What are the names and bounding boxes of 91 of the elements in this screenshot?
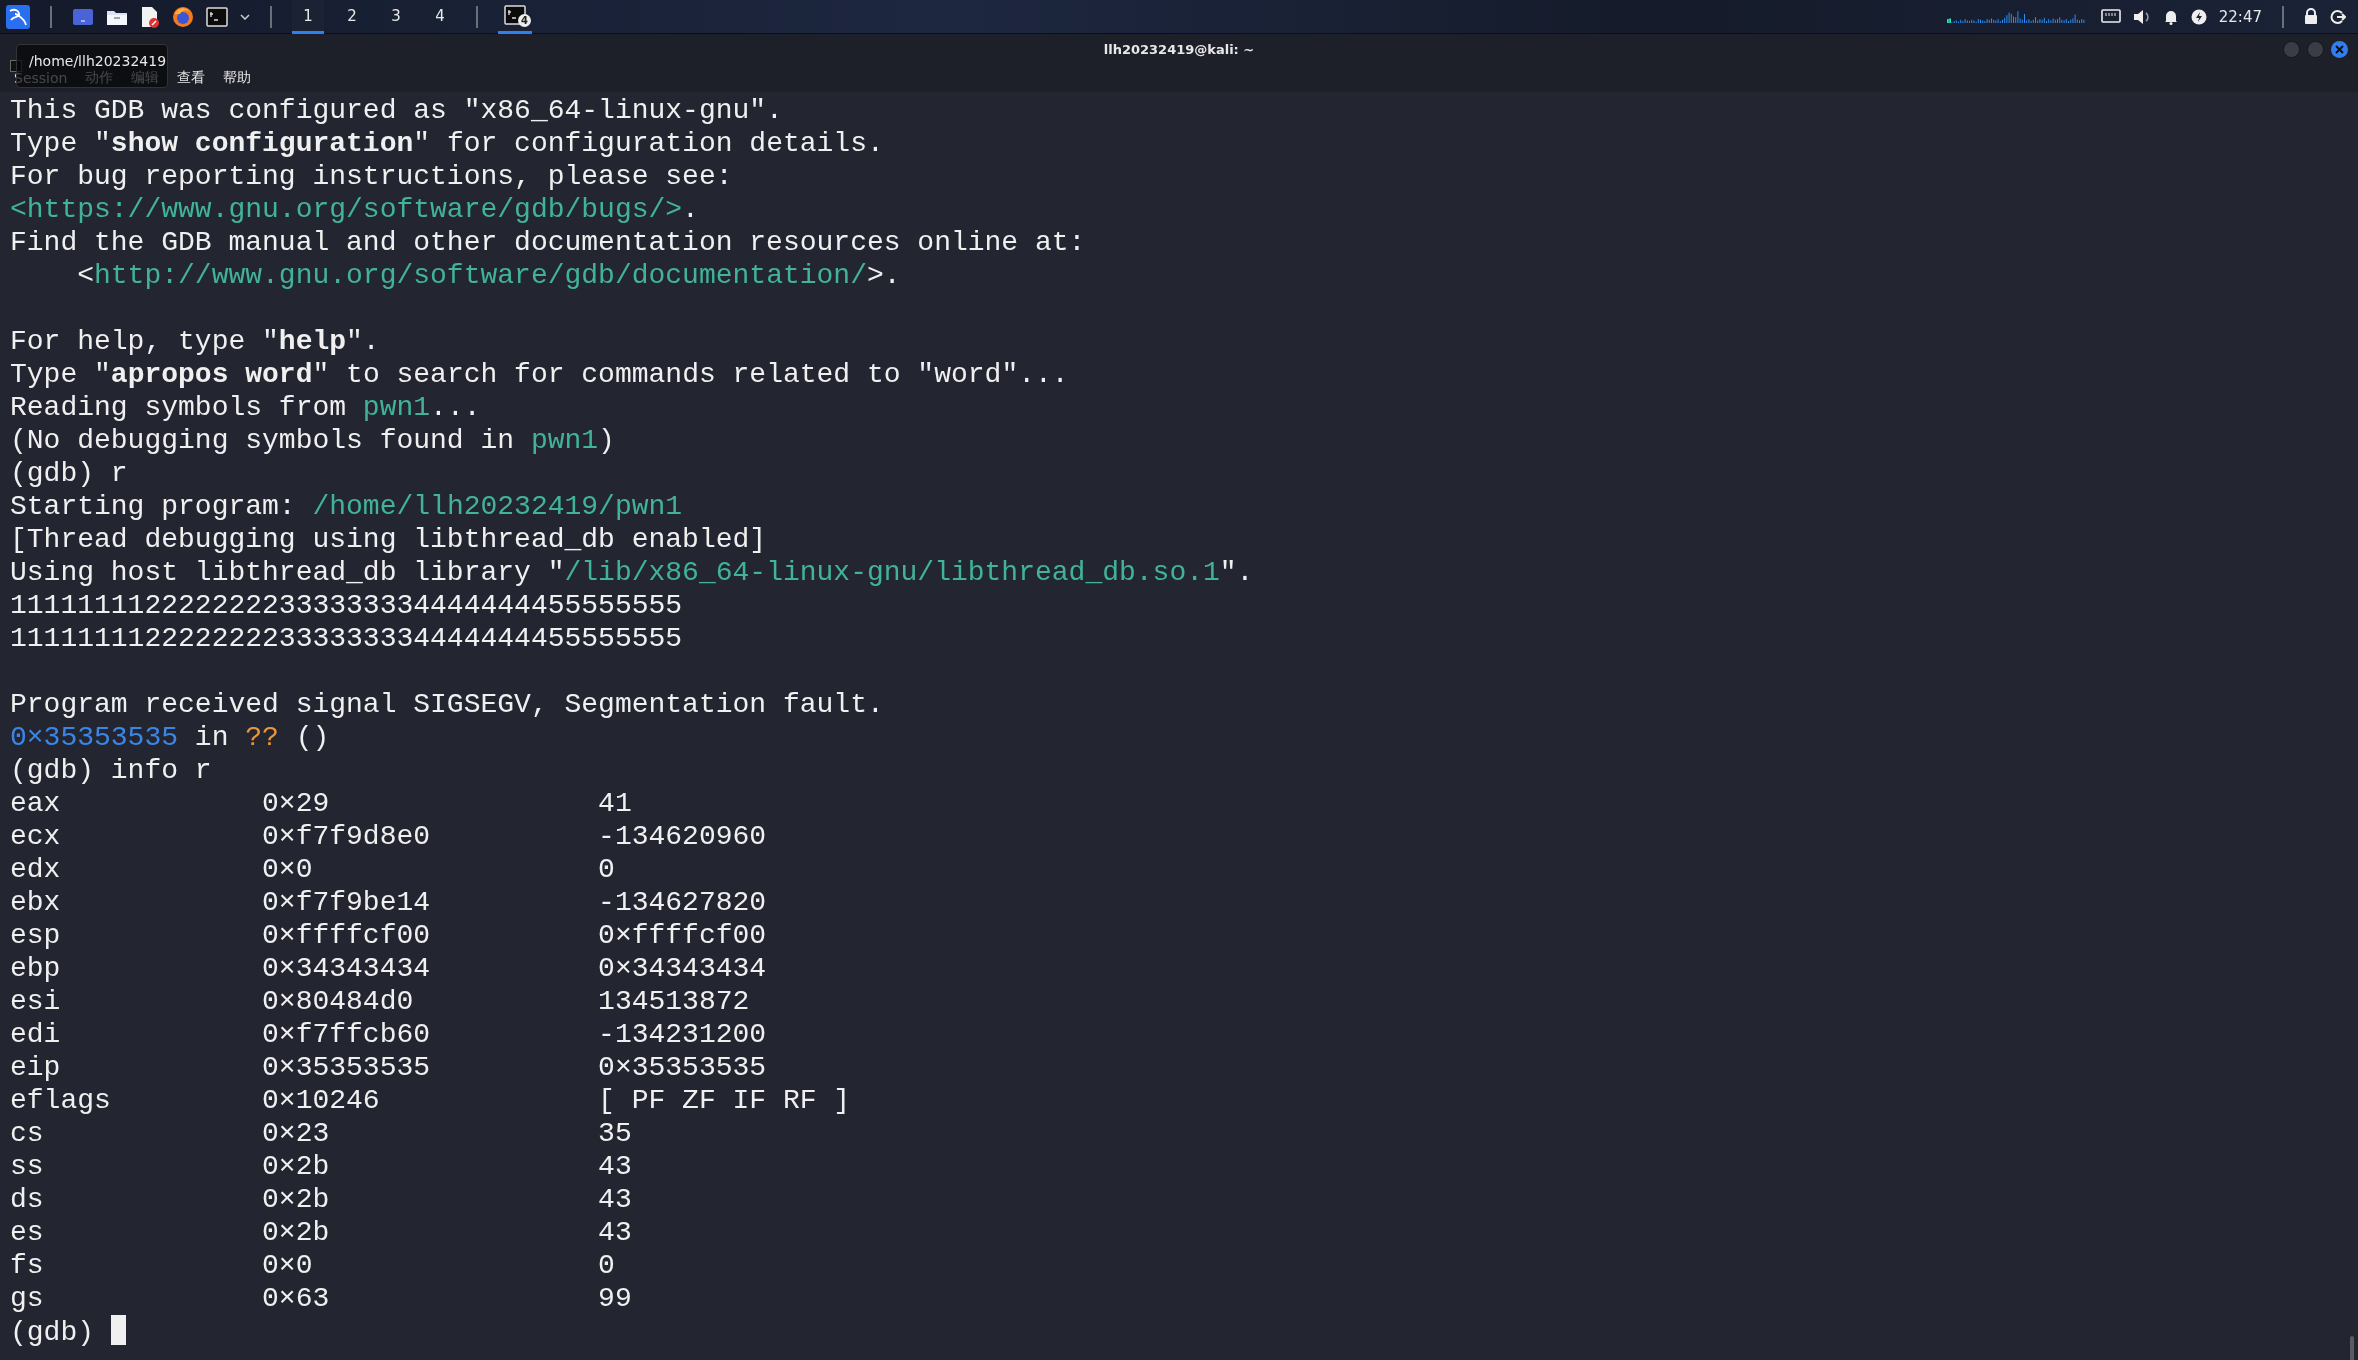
register-hex-value: 0×80484d0 bbox=[262, 985, 414, 1018]
register-value: -134627820 bbox=[598, 886, 767, 919]
volume-icon[interactable] bbox=[2132, 8, 2151, 25]
caret-icon[interactable] bbox=[240, 13, 250, 20]
register-hex-value: 0×10246 bbox=[262, 1084, 380, 1117]
register-hex-value: 0×2b bbox=[262, 1150, 330, 1183]
terminal-line: Program received signal SIGSEGV, Segmentation fault. bbox=[10, 688, 885, 721]
register-value: 35 bbox=[598, 1117, 632, 1150]
register-value: 0 bbox=[598, 853, 615, 886]
terminal-line: Type "apropos word" to search for commands related to "word"... bbox=[10, 358, 1070, 391]
logout-icon[interactable] bbox=[2330, 8, 2346, 25]
register-value: 0×34343434 bbox=[598, 952, 767, 985]
terminal-line: Starting program: /home/llh20232419/pwn1 bbox=[10, 490, 684, 523]
dragon-logo-icon[interactable] bbox=[6, 4, 30, 29]
register-value: [ PF ZF IF RF ] bbox=[598, 1084, 851, 1117]
workspace-tab[interactable]: 1 bbox=[292, 0, 324, 34]
register-hex-value: 0×2b bbox=[262, 1216, 330, 1249]
terminal-line: <http://www.gnu.org/software/gdb/documentation/>. bbox=[76, 259, 902, 292]
terminal-line: (gdb) r bbox=[10, 457, 129, 490]
register-name: ds bbox=[10, 1183, 44, 1216]
gdb-prompt: (gdb) bbox=[10, 1317, 94, 1348]
window-title: llh20232419@kali: ~ bbox=[1103, 41, 1255, 57]
menu-item[interactable]: 帮助 bbox=[223, 69, 252, 87]
register-hex-value: 0×2b bbox=[262, 1183, 330, 1216]
terminal-line: (gdb) info r bbox=[10, 754, 213, 787]
register-name: es bbox=[10, 1216, 44, 1249]
register-name: eflags bbox=[10, 1084, 111, 1117]
register-hex-value: 0×34343434 bbox=[262, 952, 431, 985]
register-value: 0×ffffcf00 bbox=[598, 919, 767, 952]
browser-icon[interactable] bbox=[172, 5, 194, 28]
register-hex-value: 0×ffffcf00 bbox=[262, 919, 431, 952]
terminal-line: <https://www.gnu.org/software/gdb/bugs/>. bbox=[10, 193, 700, 226]
register-hex-value: 0×29 bbox=[262, 787, 330, 820]
register-value: 43 bbox=[598, 1183, 632, 1216]
register-name: gs bbox=[10, 1282, 44, 1315]
terminal-line: Using host libthread_db library "/lib/x86_64-linux-gnu/libthread_db.so.1". bbox=[10, 556, 1255, 589]
text-cursor bbox=[111, 1315, 126, 1345]
terminal-icon bbox=[504, 5, 526, 25]
register-name: eax bbox=[10, 787, 61, 820]
lock-icon[interactable] bbox=[2304, 8, 2318, 25]
menu-item[interactable]: 查看 bbox=[177, 69, 206, 87]
terminal-line: For bug reporting instructions, please see: bbox=[10, 160, 734, 193]
desktop-icon[interactable] bbox=[72, 7, 94, 26]
register-hex-value: 0×0 bbox=[262, 1249, 313, 1282]
register-name: esi bbox=[10, 985, 61, 1018]
register-value: 43 bbox=[598, 1150, 632, 1183]
register-hex-value: 0×f7ffcb60 bbox=[262, 1018, 431, 1051]
clock[interactable]: 22:47 bbox=[2218, 7, 2262, 26]
terminal-line: Find the GDB manual and other documentation resources online at: bbox=[10, 226, 1087, 259]
terminal-line: 1111111122222222333333334444444455555555 bbox=[10, 622, 684, 655]
close-icon bbox=[2335, 44, 2344, 54]
register-hex-value: 0×63 bbox=[262, 1282, 330, 1315]
register-hex-value: 0×0 bbox=[262, 853, 313, 886]
workspace-tab[interactable]: 2 bbox=[336, 0, 368, 34]
register-value: -134231200 bbox=[598, 1018, 767, 1051]
register-value: 0 bbox=[598, 1249, 615, 1282]
register-hex-value: 0×f7f9d8e0 bbox=[262, 820, 431, 853]
register-name: fs bbox=[10, 1249, 44, 1282]
register-name: edx bbox=[10, 853, 61, 886]
register-name: ss bbox=[10, 1150, 44, 1183]
terminal-icon[interactable] bbox=[206, 6, 228, 27]
terminal-line: [Thread debugging using libthread_db enabled] bbox=[10, 523, 768, 556]
register-value: 43 bbox=[598, 1216, 632, 1249]
terminal-line: Reading symbols from pwn1... bbox=[10, 391, 482, 424]
terminal-line: Type "show configuration" for configuration details. bbox=[10, 127, 885, 160]
register-name: ebp bbox=[10, 952, 61, 985]
workspace-tab[interactable]: 3 bbox=[380, 0, 412, 34]
register-hex-value: 0×35353535 bbox=[262, 1051, 431, 1084]
register-value: 0×35353535 bbox=[598, 1051, 767, 1084]
register-name: ebx bbox=[10, 886, 61, 919]
power-icon[interactable] bbox=[2190, 8, 2207, 25]
register-name: esp bbox=[10, 919, 61, 952]
terminal-line: This GDB was configured as "x86_64-linux-gnu". bbox=[10, 94, 784, 127]
register-value: 99 bbox=[598, 1282, 632, 1315]
register-value: 134513872 bbox=[598, 985, 750, 1018]
terminal-line: For help, type "help". bbox=[10, 325, 381, 358]
register-name: cs bbox=[10, 1117, 44, 1150]
terminal-line: (No debugging symbols found in pwn1) bbox=[10, 424, 616, 457]
text-editor-icon[interactable] bbox=[140, 5, 160, 28]
register-name: eip bbox=[10, 1051, 61, 1084]
register-name: ecx bbox=[10, 820, 61, 853]
register-hex-value: 0×f7f9be14 bbox=[262, 886, 431, 919]
register-value: -134620960 bbox=[598, 820, 767, 853]
terminal-line: 1111111122222222333333334444444455555555 bbox=[10, 589, 684, 622]
network-icon[interactable] bbox=[2100, 8, 2121, 25]
close-button[interactable] bbox=[2331, 40, 2348, 58]
register-hex-value: 0×23 bbox=[262, 1117, 330, 1150]
terminal-line: 0×35353535 in ?? () bbox=[10, 721, 331, 754]
register-name: edi bbox=[10, 1018, 61, 1051]
register-value: 41 bbox=[598, 787, 632, 820]
workspace-tab[interactable]: 4 bbox=[424, 0, 456, 34]
